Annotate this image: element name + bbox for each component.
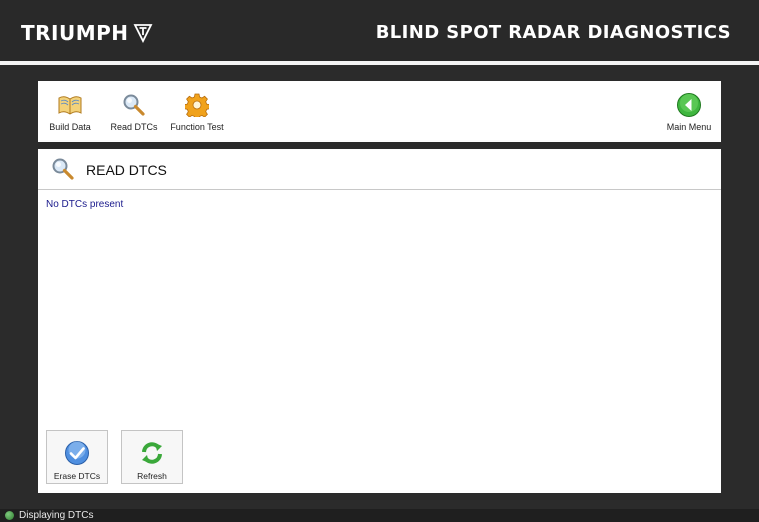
open-book-icon bbox=[57, 92, 83, 118]
checkmark-icon bbox=[64, 440, 90, 466]
erase-dtcs-label: Erase DTCs bbox=[53, 471, 101, 481]
status-bar: Displaying DTCs bbox=[0, 509, 759, 522]
build-data-label: Build Data bbox=[49, 122, 91, 132]
app-window: TRIUMPH BLIND SPOT RADAR DIAGNOSTICS Bui… bbox=[0, 0, 759, 522]
triumph-logo: TRIUMPH bbox=[21, 21, 153, 45]
gear-icon bbox=[184, 92, 210, 118]
main-menu-button[interactable]: Main Menu bbox=[664, 81, 714, 142]
header-divider bbox=[0, 61, 759, 65]
app-title: BLIND SPOT RADAR DIAGNOSTICS bbox=[375, 22, 731, 43]
magnifier-icon bbox=[121, 92, 147, 118]
brand-name: TRIUMPH bbox=[21, 21, 129, 45]
back-arrow-icon bbox=[676, 92, 702, 118]
toolbar: Build Data Read DTCs Function Test Main … bbox=[38, 81, 721, 142]
refresh-button[interactable]: Refresh bbox=[121, 430, 183, 484]
read-dtcs-button[interactable]: Read DTCs bbox=[109, 81, 159, 142]
read-dtcs-panel: READ DTCS No DTCs present Erase DTCs Ref… bbox=[38, 149, 721, 493]
build-data-button[interactable]: Build Data bbox=[46, 81, 94, 142]
status-text: Displaying DTCs bbox=[19, 510, 94, 521]
function-test-button[interactable]: Function Test bbox=[168, 81, 226, 142]
refresh-icon bbox=[139, 440, 165, 466]
read-dtcs-label: Read DTCs bbox=[110, 122, 158, 132]
triumph-shield-icon bbox=[133, 23, 153, 43]
dtc-status-message: No DTCs present bbox=[46, 199, 124, 210]
panel-title: READ DTCS bbox=[86, 162, 167, 178]
main-menu-label: Main Menu bbox=[666, 122, 712, 132]
function-test-label: Function Test bbox=[170, 122, 224, 132]
app-header: TRIUMPH BLIND SPOT RADAR DIAGNOSTICS bbox=[0, 0, 759, 61]
panel-header: READ DTCS bbox=[38, 149, 721, 190]
status-indicator-icon bbox=[5, 511, 14, 520]
refresh-label: Refresh bbox=[137, 471, 167, 481]
erase-dtcs-button[interactable]: Erase DTCs bbox=[46, 430, 108, 484]
magnifier-icon bbox=[51, 157, 75, 181]
